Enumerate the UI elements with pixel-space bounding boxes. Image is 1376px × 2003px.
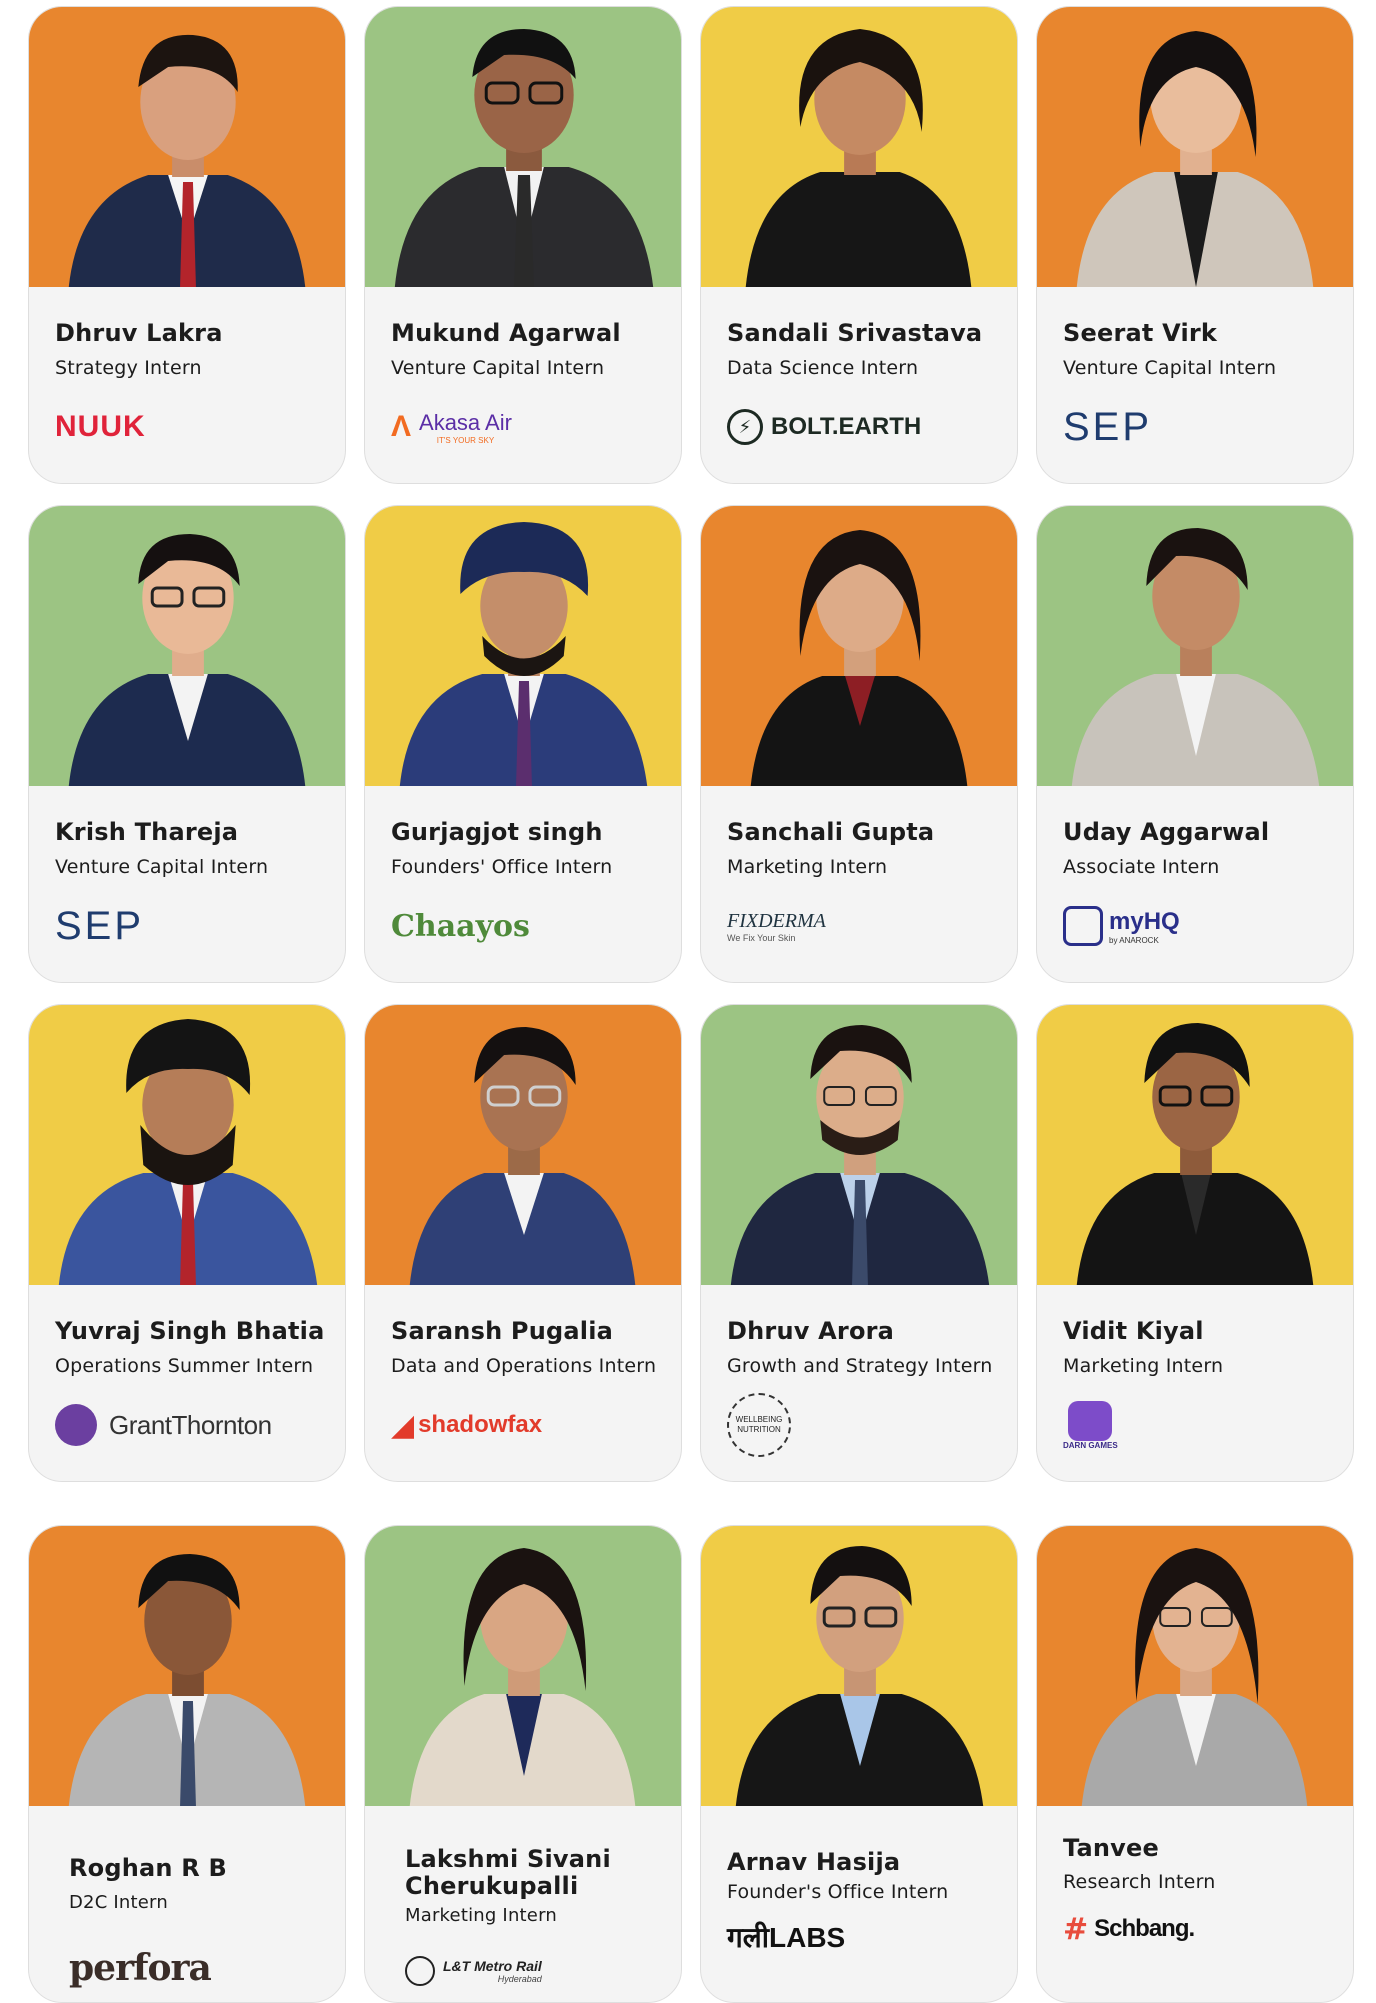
intern-role: Founders' Office Intern [391,856,613,878]
intern-card[interactable]: Sanchali Gupta Marketing Intern FIXDERMA… [700,505,1018,983]
portrait-photo [701,1005,1017,1285]
intern-card[interactable]: Sandali Srivastava Data Science Intern ⚡… [700,6,1018,484]
sep-logo: SEP [55,903,145,948]
intern-card[interactable]: Dhruv Arora Growth and Strategy Intern W… [700,1004,1018,1482]
hash-icon: # [1063,1911,1089,1947]
intern-card[interactable]: Lakshmi Sivani Cherukupalli Marketing In… [364,1525,682,2003]
intern-name: Lakshmi Sivani Cherukupalli [405,1845,611,1900]
intern-card[interactable]: Dhruv Lakra Strategy Intern NUUK [28,6,346,484]
intern-name: Uday Aggarwal [1063,818,1270,846]
intern-card[interactable]: Saransh Pugalia Data and Operations Inte… [364,1004,682,1482]
intern-role: Venture Capital Intern [1063,357,1277,379]
intern-card[interactable]: Mukund Agarwal Venture Capital Intern Λ … [364,6,682,484]
bolt-earth-logo: ⚡ BOLT.EARTH [727,402,1007,452]
portrait-photo [29,506,345,786]
intern-name: Sandali Srivastava [727,319,983,347]
lt-icon [405,1956,435,1986]
intern-role: Strategy Intern [55,357,202,379]
chaayos-logo: Chaayos [391,908,530,944]
intern-name: Gurjagjot singh [391,818,603,846]
intern-card[interactable]: Vidit Kiyal Marketing Intern DARN GAMES [1036,1004,1354,1482]
intern-role: Data and Operations Intern [391,1355,657,1377]
intern-role: Marketing Intern [405,1905,557,1926]
shadowfax-icon: ◢ [391,1407,415,1443]
intern-role: Data Science Intern [727,357,919,379]
fixderma-logo: FIXDERMA We Fix Your Skin [727,909,826,943]
intern-name: Krish Thareja [55,818,239,846]
portrait-photo [701,1526,1017,1806]
intern-name: Dhruv Arora [727,1317,895,1345]
grant-thornton-icon [55,1404,97,1446]
sep-logo: SEP [1063,404,1153,449]
portrait-photo [29,1005,345,1285]
nuuk-logo: NUUK [55,410,146,443]
intern-name: Tanvee [1063,1834,1159,1862]
intern-role: Growth and Strategy Intern [727,1355,993,1377]
intern-role: Venture Capital Intern [391,357,605,379]
intern-card[interactable]: Yuvraj Singh Bhatia Operations Summer In… [28,1004,346,1482]
portrait-photo [1037,506,1353,786]
grant-thornton-logo: GrantThornton [55,1400,335,1450]
intern-name: Dhruv Lakra [55,319,223,347]
darn-games-logo: DARN GAMES [1063,1400,1343,1450]
perfora-logo: perfora [69,1947,212,1989]
wellbeing-nutrition-logo: WELLBEING NUTRITION [727,1393,1007,1457]
intern-role: Operations Summer Intern [55,1355,314,1377]
shadowfax-logo: ◢ shadowfax [391,1407,543,1443]
intern-name: Mukund Agarwal [391,319,621,347]
intern-role: D2C Intern [69,1892,168,1913]
intern-card[interactable]: Arnav Hasija Founder's Office Intern गली… [700,1525,1018,2003]
intern-role: Research Intern [1063,1871,1216,1893]
portrait-photo [29,7,345,287]
intern-card[interactable]: Uday Aggarwal Associate Intern myHQ by A… [1036,505,1354,983]
intern-role: Marketing Intern [1063,1355,1224,1377]
portrait-photo [365,1526,681,1806]
intern-name: Sanchali Gupta [727,818,935,846]
gali-labs-logo: गलीLABS [727,1922,846,1953]
myhq-icon [1063,906,1103,946]
intern-name: Saransh Pugalia [391,1317,614,1345]
intern-name: Roghan R B [69,1854,227,1882]
intern-name: Yuvraj Singh Bhatia [55,1317,325,1345]
intern-role: Marketing Intern [727,856,888,878]
intern-role: Founder's Office Intern [727,1881,949,1903]
akasa-air-logo: Λ Akasa Air IT'S YOUR SKY [391,409,512,445]
portrait-photo [701,7,1017,287]
portrait-photo [365,7,681,287]
intern-grid: Dhruv Lakra Strategy Intern NUUK Mukund … [0,0,1376,2003]
intern-card[interactable]: Tanvee Research Intern # Schbang. [1036,1525,1354,2003]
intern-role: Venture Capital Intern [55,856,269,878]
intern-name: Seerat Virk [1063,319,1218,347]
darn-games-icon [1068,1400,1113,1441]
portrait-photo [1037,1526,1353,1806]
intern-role: Associate Intern [1063,856,1220,878]
intern-card[interactable]: Krish Thareja Venture Capital Intern SEP [28,505,346,983]
portrait-photo [1037,1005,1353,1285]
portrait-photo [1037,7,1353,287]
intern-name: Arnav Hasija [727,1848,901,1876]
bolt-icon: ⚡ [727,409,763,445]
intern-name: Vidit Kiyal [1063,1317,1204,1345]
schbang-logo: # Schbang. [1063,1911,1195,1947]
portrait-photo [29,1526,345,1806]
intern-card[interactable]: Roghan R B D2C Intern perfora [28,1525,346,2003]
portrait-photo [365,506,681,786]
myhq-logo: myHQ by ANAROCK [1063,901,1343,951]
intern-card[interactable]: Gurjagjot singh Founders' Office Intern … [364,505,682,983]
intern-card[interactable]: Seerat Virk Venture Capital Intern SEP [1036,6,1354,484]
portrait-photo [701,506,1017,786]
portrait-photo [365,1005,681,1285]
